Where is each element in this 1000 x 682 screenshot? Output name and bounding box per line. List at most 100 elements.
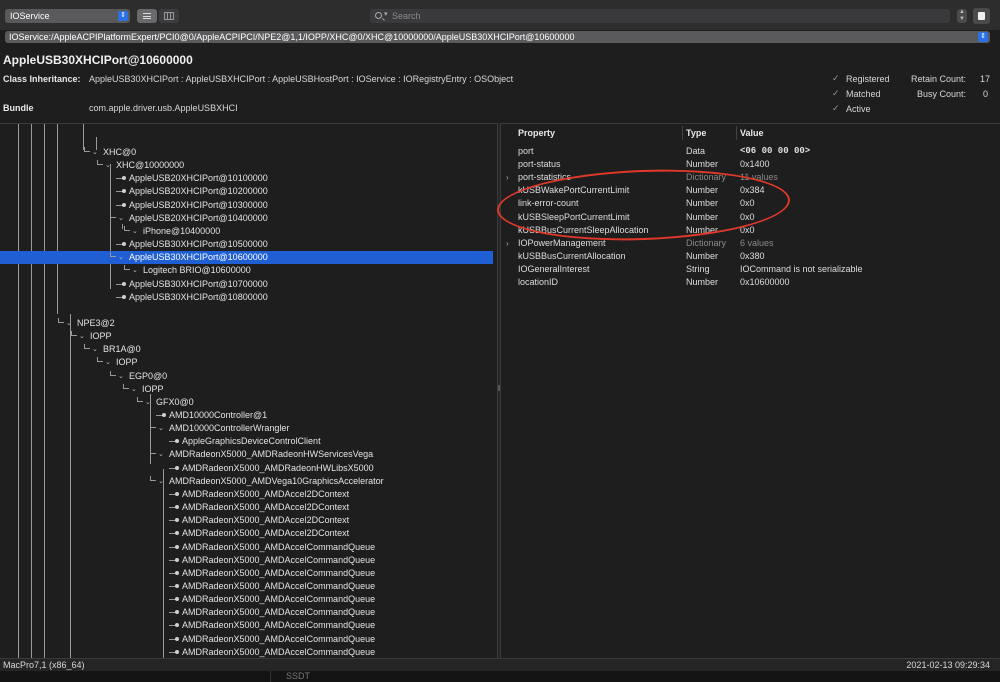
plane-select[interactable]: IOService ⇕: [5, 9, 130, 23]
value-column-header[interactable]: Value: [740, 128, 764, 138]
search-field[interactable]: ▾: [370, 9, 950, 23]
property-name: kUSBSleepPortCurrentLimit: [518, 211, 630, 222]
disclosure-toggle-icon[interactable]: ⌄: [132, 264, 138, 277]
leaf-dot-icon: [122, 281, 126, 286]
property-value: IOCommand is not serializable: [740, 263, 863, 274]
leaf-dot-icon: [162, 413, 166, 417]
tree-row-label: NPE3@2: [77, 317, 115, 328]
property-type: Data: [686, 146, 706, 156]
property-row[interactable]: › IOPowerManagement Dictionary 6 values: [501, 237, 1000, 250]
property-row[interactable]: › port-statistics Dictionary 11 values: [501, 171, 1000, 184]
tree-row[interactable]: AMDRadeonX5000_AMDAccel2DContext: [0, 501, 493, 514]
disclosure-toggle-icon[interactable]: ⌄: [92, 343, 98, 356]
search-input[interactable]: [392, 9, 932, 23]
tree-row[interactable]: ⌄ GFX0@0: [0, 396, 493, 409]
tree-row[interactable]: AMDRadeonX5000_AMDAccelCommandQueue: [0, 593, 493, 606]
property-row[interactable]: link-error-count Number 0x0: [501, 197, 1000, 210]
tree-row[interactable]: AppleUSB20XHCIPort@10200000: [0, 185, 493, 198]
tree-row[interactable]: ⌄ EGP0@0: [0, 370, 493, 383]
disclosure-toggle-icon[interactable]: ⌄: [131, 383, 137, 396]
tree-row[interactable]: AMDRadeonX5000_AMDAccelCommandQueue: [0, 580, 493, 593]
property-row[interactable]: port Data <06 00 00 00>: [501, 145, 1000, 158]
tree-row[interactable]: ⌄ BR1A@0: [0, 343, 493, 356]
disclosure-toggle-icon[interactable]: ⌄: [105, 356, 111, 369]
tree-row[interactable]: ⌄ NPE3@2: [0, 317, 493, 330]
search-stepper[interactable]: ▲ ▼: [957, 9, 967, 23]
column-view-button[interactable]: [159, 9, 179, 23]
tree-row[interactable]: ⌄ IOPP: [0, 330, 493, 343]
property-type: Number: [686, 198, 719, 209]
property-row[interactable]: kUSBBusCurrentAllocation Number 0x380: [501, 250, 1000, 263]
property-row[interactable]: kUSBSleepPortCurrentLimit Number 0x0: [501, 211, 1000, 224]
tree-row[interactable]: AMD10000Controller@1: [0, 409, 493, 422]
chevron-right-icon[interactable]: ›: [506, 237, 509, 250]
path-select[interactable]: IOService:/AppleACPIPlatformExpert/PCI0@…: [5, 31, 990, 43]
tree-row[interactable]: AppleUSB30XHCIPort@10800000: [0, 291, 493, 304]
property-row[interactable]: locationID Number 0x10600000: [501, 276, 1000, 289]
disclosure-toggle-icon[interactable]: ⌄: [158, 422, 164, 435]
tree-row[interactable]: ⌄ AppleUSB30XHCIPort@10600000: [0, 251, 493, 265]
tree-row[interactable]: AMDRadeonX5000_AMDAccelCommandQueue: [0, 567, 493, 580]
disclosure-toggle-icon[interactable]: ⌄: [132, 225, 138, 238]
disclosure-toggle-icon[interactable]: ⌄: [92, 146, 98, 159]
matched-checkbox: ✓: [832, 88, 840, 98]
tree-row[interactable]: ⌄ AMD10000ControllerWrangler: [0, 422, 493, 435]
leaf-dot-icon: [122, 242, 126, 247]
property-row[interactable]: kUSBWakePortCurrentLimit Number 0x384: [501, 184, 1000, 197]
tree-row[interactable]: ⌄ IOPP: [0, 356, 493, 369]
disclosure-toggle-icon[interactable]: ⌄: [66, 317, 72, 330]
chevron-updown-icon: ⇕: [118, 11, 128, 21]
machine-model: MacPro7,1 (x86_64): [3, 660, 85, 670]
tree-row[interactable]: AppleUSB20XHCIPort@10100000: [0, 172, 493, 185]
tree-row[interactable]: AMDRadeonX5000_AMDAccel2DContext: [0, 527, 493, 540]
tree-elbow-line: [84, 147, 90, 152]
disclosure-toggle-icon[interactable]: ⌄: [79, 330, 85, 343]
tree-row[interactable]: ⌄ iPhone@10400000: [0, 225, 493, 238]
tree-row-label: AMDRadeonX5000_AMDAccelCommandQueue: [182, 620, 376, 631]
registry-tree[interactable]: ⌄ XHC@0 ⌄ XHC@10000000 AppleUSB20XHCIPort@10…: [0, 123, 497, 658]
tree-row[interactable]: AppleUSB30XHCIPort@10500000: [0, 238, 493, 251]
tree-row[interactable]: ⌄ AMDRadeonX5000_AMDRadeonHWServicesVega: [0, 448, 493, 461]
inspector-button[interactable]: [973, 8, 990, 24]
matched-label: Matched: [846, 89, 881, 99]
disclosure-toggle-icon[interactable]: ⌄: [145, 396, 151, 409]
tree-row[interactable]: ⌄ XHC@10000000: [0, 159, 493, 172]
tree-row[interactable]: AMDRadeonX5000_AMDAccelCommandQueue: [0, 606, 493, 619]
disclosure-toggle-icon[interactable]: ⌄: [158, 448, 164, 461]
tree-row[interactable]: ⌄ AMDRadeonX5000_AMDVega10GraphicsAcceler…: [0, 475, 493, 488]
tree-row[interactable]: AppleGraphicsDeviceControlClient: [0, 435, 493, 448]
page-title: AppleUSB30XHCIPort@10600000: [3, 53, 193, 67]
property-name: port: [518, 146, 534, 156]
tree-row-label: AMDRadeonX5000_AMDAccelCommandQueue: [182, 541, 376, 552]
chevron-right-icon[interactable]: ›: [506, 171, 509, 184]
tree-row[interactable]: AppleUSB20XHCIPort@10300000: [0, 199, 493, 212]
disclosure-toggle-icon[interactable]: ⌄: [158, 475, 164, 488]
tree-row[interactable]: AMDRadeonX5000_AMDAccelCommandQueue: [0, 646, 493, 658]
disclosure-toggle-icon[interactable]: ⌄: [105, 159, 111, 172]
type-column-header[interactable]: Type: [686, 128, 706, 138]
tree-row[interactable]: AMDRadeonX5000_AMDAccelCommandQueue: [0, 541, 493, 554]
property-row[interactable]: kUSBBusCurrentSleepAllocation Number 0x0: [501, 224, 1000, 237]
list-view-button[interactable]: [137, 9, 157, 23]
tree-row[interactable]: [0, 304, 493, 317]
tree-row-label: XHC@0: [103, 147, 137, 157]
disclosure-toggle-icon[interactable]: ⌄: [118, 370, 124, 383]
tree-row[interactable]: AMDRadeonX5000_AMDAccel2DContext: [0, 488, 493, 501]
property-column-header[interactable]: Property: [518, 128, 555, 138]
status-bar: MacPro7,1 (x86_64) 2021-02-13 09:29:34: [0, 658, 1000, 671]
tree-row[interactable]: AMDRadeonX5000_AMDAccelCommandQueue: [0, 619, 493, 632]
tree-row[interactable]: AMDRadeonX5000_AMDAccelCommandQueue: [0, 554, 493, 567]
disclosure-toggle-icon[interactable]: ⌄: [118, 212, 124, 225]
tree-row[interactable]: AppleUSB30XHCIPort@10700000: [0, 278, 493, 291]
tree-row[interactable]: ⌄ Logitech BRIO@10600000: [0, 264, 493, 277]
tree-row[interactable]: AMDRadeonX5000_AMDAccelCommandQueue: [0, 633, 493, 646]
tree-row[interactable]: ⌄ IOPP: [0, 383, 493, 396]
disclosure-toggle-icon[interactable]: ⌄: [118, 251, 124, 264]
property-row[interactable]: port-status Number 0x1400: [501, 158, 1000, 171]
properties-table[interactable]: Property Type Value port Data <06 00 00 00…: [501, 123, 1000, 658]
tree-row[interactable]: ⌄ XHC@0: [0, 146, 493, 159]
tree-row[interactable]: ⌄ AppleUSB20XHCIPort@10400000: [0, 212, 493, 225]
tree-row[interactable]: AMDRadeonX5000_AMDAccel2DContext: [0, 514, 493, 527]
tree-row[interactable]: AMDRadeonX5000_AMDRadeonHWLibsX5000: [0, 462, 493, 475]
property-row[interactable]: IOGeneralInterest String IOCommand is not …: [501, 263, 1000, 276]
